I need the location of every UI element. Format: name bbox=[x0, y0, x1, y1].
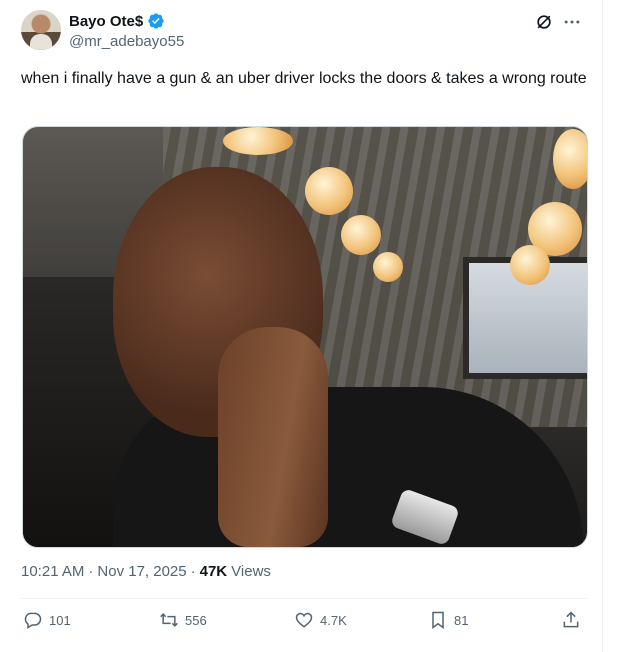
image-lamp bbox=[510, 245, 550, 285]
meta-separator: · bbox=[88, 563, 94, 580]
reply-button[interactable]: 101 bbox=[23, 610, 71, 630]
bookmark-count: 81 bbox=[454, 612, 469, 628]
like-count: 4.7K bbox=[320, 612, 347, 628]
tweet-date[interactable]: Nov 17, 2025 bbox=[97, 563, 186, 580]
share-icon bbox=[563, 611, 579, 628]
reply-icon bbox=[24, 612, 42, 629]
verified-badge-icon bbox=[148, 13, 164, 29]
reply-count: 101 bbox=[49, 612, 71, 628]
tweet-time[interactable]: 10:21 AM bbox=[21, 563, 84, 580]
bookmark-icon bbox=[432, 611, 444, 629]
repost-button[interactable]: 556 bbox=[159, 610, 207, 630]
tweet-image[interactable] bbox=[22, 126, 588, 548]
author-handle[interactable]: @mr_adebayo55 bbox=[69, 33, 184, 50]
image-lamp bbox=[305, 167, 353, 215]
author-display-name[interactable]: Bayo Ote$ bbox=[69, 13, 143, 30]
tweet-text: when i finally have a gun & an uber driv… bbox=[21, 70, 587, 87]
top-actions bbox=[534, 12, 582, 32]
bookmark-button[interactable]: 81 bbox=[428, 610, 468, 630]
image-lamp bbox=[341, 215, 381, 255]
like-button[interactable]: 4.7K bbox=[294, 610, 347, 630]
views-label: Views bbox=[231, 563, 271, 580]
divider bbox=[21, 598, 587, 599]
grok-icon[interactable] bbox=[534, 12, 554, 32]
views-count: 47K bbox=[199, 563, 228, 580]
image-lamp bbox=[223, 127, 293, 155]
tweet-actions: 101 556 4.7K 81 bbox=[21, 610, 587, 636]
repost-count: 556 bbox=[185, 612, 207, 628]
image-lamp bbox=[553, 129, 587, 189]
meta-separator: · bbox=[190, 563, 196, 580]
heart-icon bbox=[295, 612, 313, 628]
more-icon[interactable] bbox=[562, 12, 582, 32]
image-lamp bbox=[373, 252, 403, 282]
image-hands bbox=[218, 327, 328, 547]
tweet-meta: 10:21 AM · Nov 17, 2025 · 47K Views bbox=[21, 563, 271, 580]
repost-icon bbox=[160, 613, 178, 627]
author-name-row[interactable]: Bayo Ote$ bbox=[69, 12, 165, 30]
avatar-shirt bbox=[30, 34, 52, 50]
avatar[interactable] bbox=[21, 10, 61, 50]
share-button[interactable] bbox=[561, 610, 581, 630]
tweet-card: Bayo Ote$ @mr_adebayo55 when i finally h… bbox=[0, 0, 603, 652]
